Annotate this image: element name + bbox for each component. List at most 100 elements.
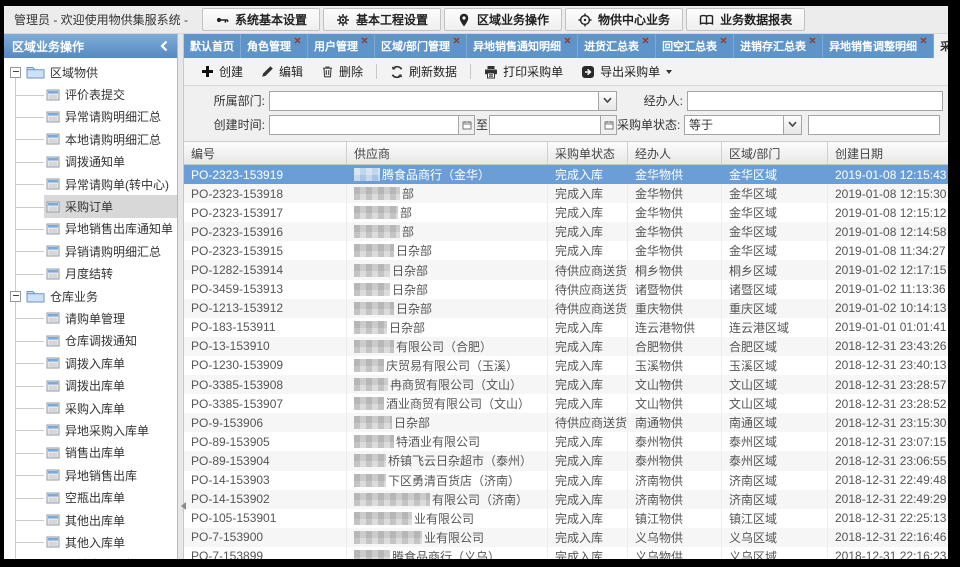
tab[interactable]: 进销存汇总表 (734, 34, 823, 58)
tree-item[interactable]: 异地销售出库 (4, 464, 177, 486)
table-cell-status: 完成入库 (548, 356, 628, 375)
tree-item[interactable]: 异地销售出库通知单 (4, 218, 177, 240)
toolbar-button-label: 刷新数据 (409, 63, 457, 80)
splitter-collapse-icon[interactable] (177, 502, 186, 510)
tab[interactable]: 回空汇总表 (656, 34, 734, 58)
collapse-minus-icon[interactable] (10, 67, 21, 78)
table-row[interactable]: PO-2323-153916部完成入库金华物供金华区域2019-01-08 12… (184, 222, 948, 241)
tab-active[interactable]: 采购订单 (934, 34, 948, 58)
table-row[interactable]: PO-1230-153909庆贸易有限公司（玉溪）完成入库玉溪物供玉溪区域201… (184, 356, 948, 375)
menubar-button[interactable]: 区域业务操作 (444, 8, 562, 31)
tab-close-icon[interactable] (809, 37, 816, 44)
column-header[interactable]: 编号 (184, 142, 347, 164)
tree-item[interactable]: 采购订单 (4, 195, 177, 217)
table-row[interactable]: PO-7-153900业有限公司完成入库义乌物供义乌区域2018-12-31 2… (184, 528, 948, 547)
created-from-input[interactable] (270, 116, 458, 134)
column-header[interactable]: 经办人 (628, 142, 722, 164)
tree-item[interactable]: 异地采购入库单 (4, 419, 177, 441)
tree-item[interactable]: 调拨通知单 (4, 151, 177, 173)
table-row[interactable]: PO-7-153899腾食品商行（义乌）完成入库义乌物供义乌区域2018-12-… (184, 547, 948, 559)
tree-item[interactable]: 异销请购明细汇总 (4, 240, 177, 262)
tree-item[interactable]: 异销出库调整 (4, 554, 177, 559)
tree-group-children: 请购单管理仓库调拨通知调拨入库单调拨出库单采购入库单异地采购入库单销售出库单异地… (4, 307, 177, 559)
table-row[interactable]: PO-3385-153907酒业商贸有限公司（文山）完成入库文山物供文山区域20… (184, 394, 948, 413)
menubar-button[interactable]: 物供中心业务 (565, 8, 683, 31)
table-row[interactable]: PO-13-153910有限公司（合肥）完成入库合肥物供合肥区域2018-12-… (184, 337, 948, 356)
tab[interactable]: 角色管理 (241, 34, 308, 58)
table-row[interactable]: PO-183-153911日杂部完成入库连云港物供连云港区域2019-01-01… (184, 318, 948, 337)
toolbar-button[interactable]: 编辑 (252, 60, 312, 84)
tree-item[interactable]: 请购单管理 (4, 307, 177, 329)
toolbar-button[interactable]: 刷新数据 (381, 60, 466, 84)
tree-folder[interactable]: 区域物供 (4, 61, 177, 83)
tab[interactable]: 异地销售通知明细 (467, 34, 578, 58)
tab-close-icon[interactable] (920, 37, 927, 44)
tab-close-icon[interactable] (294, 37, 301, 44)
agent-input[interactable] (687, 91, 943, 111)
toolbar-button[interactable]: 创建 (192, 60, 252, 84)
tab-close-icon[interactable] (361, 37, 368, 44)
table-row[interactable]: PO-9-153906日杂部待供应商送货南通物供南通区域2018-12-31 2… (184, 413, 948, 432)
table-row[interactable]: PO-2323-153919腾食品商行（金华）完成入库金华物供金华区域2019-… (184, 165, 948, 184)
column-header[interactable]: 供应商 (347, 142, 548, 164)
menubar-button[interactable]: 系统基本设置 (202, 8, 320, 31)
tree-item[interactable]: 空瓶出库单 (4, 486, 177, 508)
table-row[interactable]: PO-2323-153915日杂部完成入库金华物供金华区域2019-01-08 … (184, 241, 948, 260)
department-select[interactable] (269, 91, 617, 111)
table-row[interactable]: PO-14-153902有限公司（济南）完成入库济南物供济南区域2018-12-… (184, 490, 948, 509)
toolbar-button[interactable]: 删除 (312, 60, 372, 84)
tree-item[interactable]: 其他入库单 (4, 531, 177, 553)
tree-item[interactable]: 异常请购单(转中心) (4, 173, 177, 195)
menubar-button[interactable]: 基本工程设置 (323, 8, 441, 31)
tab[interactable]: 用户管理 (308, 34, 375, 58)
column-header[interactable]: 采购单状态 (548, 142, 628, 164)
menubar-button[interactable]: 业务数据报表 (686, 8, 805, 31)
tree-item[interactable]: 月度结转 (4, 263, 177, 285)
table-row[interactable]: PO-105-153901业有限公司完成入库镇江物供镇江区域2018-12-31… (184, 509, 948, 528)
tab[interactable]: 进货汇总表 (578, 34, 656, 58)
table-cell-created: 2018-12-31 22:16:23 (828, 547, 948, 559)
tree-item[interactable]: 异常请购明细汇总 (4, 106, 177, 128)
column-header[interactable]: 创建日期 (828, 142, 948, 164)
tab[interactable]: 默认首页 (184, 34, 241, 58)
calendar-icon[interactable] (458, 116, 474, 134)
chevron-down-icon[interactable] (783, 116, 801, 134)
toolbar-button[interactable]: 打印采购单 (475, 60, 572, 84)
tab-close-icon[interactable] (642, 37, 649, 44)
calendar-icon[interactable] (600, 116, 616, 134)
table-cell-region: 连云港区域 (722, 318, 828, 337)
table-row[interactable]: PO-14-153903下区勇清百货店（济南）完成入库济南物供济南区域2018-… (184, 471, 948, 490)
column-header[interactable]: 区域/部门 (722, 142, 828, 164)
table-row[interactable]: PO-1282-153914日杂部待供应商送货桐乡物供桐乡区域2019-01-0… (184, 260, 948, 279)
table-row[interactable]: PO-1213-153912日杂部待供应商送货重庆物供重庆区域2019-01-0… (184, 299, 948, 318)
tab[interactable]: 异地销售调整明细 (823, 34, 934, 58)
collapse-minus-icon[interactable] (10, 291, 21, 302)
tab-label: 角色管理 (247, 38, 291, 54)
chevron-left-icon[interactable] (159, 40, 169, 52)
tree-item[interactable]: 仓库调拨通知 (4, 330, 177, 352)
table-row[interactable]: PO-2323-153918部完成入库金华物供金华区域2019-01-08 12… (184, 184, 948, 203)
tree-item[interactable]: 其他出库单 (4, 509, 177, 531)
tree-item[interactable]: 调拨入库单 (4, 352, 177, 374)
splitter[interactable] (178, 34, 184, 559)
tree-item[interactable]: 采购入库单 (4, 397, 177, 419)
tree-item[interactable]: 销售出库单 (4, 442, 177, 464)
toolbar-button[interactable]: 导出采购单 (572, 60, 681, 84)
table-row[interactable]: PO-2323-153917部完成入库金华物供金华区域2019-01-08 12… (184, 203, 948, 222)
status-operator-select[interactable]: 等于 (684, 115, 802, 135)
chevron-down-icon[interactable] (598, 92, 616, 110)
tab[interactable]: 区域/部门管理 (375, 34, 467, 58)
status-value-input[interactable] (808, 115, 940, 135)
table-row[interactable]: PO-3459-153913日杂部待供应商送货诸暨物供诸暨区域2019-01-0… (184, 280, 948, 299)
tree-item[interactable]: 本地请购明细汇总 (4, 128, 177, 150)
tree-item[interactable]: 调拨出库单 (4, 374, 177, 396)
tab-close-icon[interactable] (720, 37, 727, 44)
tab-close-icon[interactable] (453, 37, 460, 44)
tree-item[interactable]: 评价表提交 (4, 83, 177, 105)
table-row[interactable]: PO-3385-153908冉商贸有限公司（文山）完成入库文山物供文山区域201… (184, 375, 948, 394)
tree-folder[interactable]: 仓库业务 (4, 285, 177, 307)
table-row[interactable]: PO-89-153904桥镇飞云日杂超市（泰州）完成入库泰州物供泰州区域2018… (184, 451, 948, 470)
tab-close-icon[interactable] (564, 37, 571, 44)
table-row[interactable]: PO-89-153905特酒业有限公司完成入库泰州物供泰州区域2018-12-3… (184, 432, 948, 451)
created-to-input[interactable] (490, 116, 600, 134)
